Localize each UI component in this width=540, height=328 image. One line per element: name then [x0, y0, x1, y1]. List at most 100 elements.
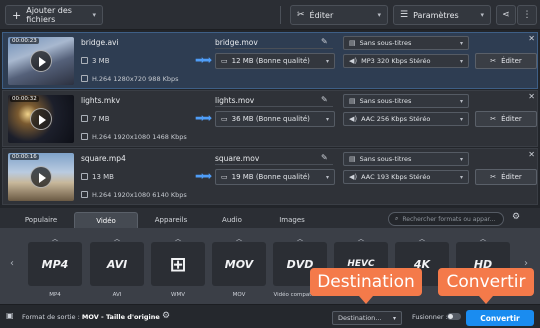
- audio-track-dropdown[interactable]: ◀) MP3 320 Kbps Stéréo ▾: [343, 54, 469, 68]
- edit-file-label: Éditer: [501, 57, 522, 65]
- subtitles-dropdown[interactable]: ▤ Sans sous-titres ▾: [343, 36, 469, 50]
- audio-track-dropdown[interactable]: ◀) AAC 193 Kbps Stéréo ▾: [343, 170, 469, 184]
- file-icon: [81, 57, 88, 64]
- format-settings-icon[interactable]: ⚙: [512, 212, 520, 222]
- output-size-value: 36 MB (Bonne qualité): [231, 115, 310, 123]
- output-format-value: MOV - Taille d'origine: [81, 313, 160, 321]
- video-icon: [81, 133, 88, 140]
- output-file-name[interactable]: square.mov: [215, 154, 259, 163]
- settings-menu-button[interactable]: ☰ Paramètres ▾: [393, 5, 491, 25]
- format-mp4[interactable]: ︿ MP4 MP4: [28, 232, 82, 302]
- duration-label: 00:00:32: [10, 96, 39, 102]
- toolbar: + Ajouter des fichiers ▾ ✂ Éditer ▾ ☰ Pa…: [0, 0, 540, 30]
- tab-audio[interactable]: Audio: [204, 212, 260, 228]
- edit-file-label: Éditer: [501, 173, 522, 181]
- output-size-value: 12 MB (Bonne qualité): [231, 57, 310, 65]
- merge-label: Fusionner :: [412, 313, 448, 321]
- tab-images[interactable]: Images: [264, 212, 320, 228]
- tab-devices[interactable]: Appareils: [142, 212, 200, 228]
- chevron-down-icon: ▾: [459, 97, 463, 105]
- destination-dropdown[interactable]: Destination... ▾: [332, 311, 402, 325]
- chevron-down-icon: ▾: [459, 39, 463, 47]
- tab-popular[interactable]: Populaire: [12, 212, 70, 228]
- format-wmv[interactable]: ︿ ⊞ WMV: [151, 232, 205, 302]
- edit-menu-button[interactable]: ✂ Éditer ▾: [290, 5, 388, 25]
- settings-list-icon: ☰: [400, 10, 409, 20]
- tools-icon: ✂: [490, 173, 497, 181]
- audio-track-dropdown[interactable]: ◀) AAC 256 Kbps Stéréo ▾: [343, 112, 469, 126]
- chevron-left-icon[interactable]: ‹: [10, 258, 14, 269]
- source-file-size: 3 MB: [81, 57, 110, 65]
- format-label: MP4: [49, 292, 61, 298]
- rename-pencil-icon[interactable]: ✎: [321, 153, 328, 162]
- gear-icon[interactable]: ⚙: [162, 311, 170, 321]
- more-button[interactable]: ⋮: [517, 5, 537, 25]
- share-button[interactable]: ⋖: [496, 5, 516, 25]
- audio-track-value: MP3 320 Kbps Stéréo: [361, 57, 431, 65]
- subtitles-dropdown[interactable]: ▤ Sans sous-titres ▾: [343, 152, 469, 166]
- subtitles-value: Sans sous-titres: [359, 155, 412, 163]
- source-file-name: lights.mkv: [81, 96, 121, 105]
- edit-file-button[interactable]: ✂ Éditer: [475, 111, 537, 127]
- convert-button[interactable]: Convertir: [466, 310, 534, 326]
- video-icon: [81, 75, 88, 82]
- source-file-name: bridge.avi: [81, 38, 119, 47]
- file-icon: ▭: [221, 57, 228, 65]
- source-file-info: H.264 1920x1080 1468 Kbps: [81, 133, 187, 141]
- edit-file-button[interactable]: ✂ Éditer: [475, 169, 537, 185]
- subtitles-dropdown[interactable]: ▤ Sans sous-titres ▾: [343, 94, 469, 108]
- merge-toggle[interactable]: [447, 313, 461, 320]
- chevron-down-icon: ▾: [325, 115, 329, 123]
- output-quality-dropdown[interactable]: ▭ 36 MB (Bonne qualité) ▾: [215, 111, 335, 127]
- format-search-input[interactable]: ⌕ Rechercher formats ou appar...: [388, 212, 504, 226]
- tab-video[interactable]: Vidéo: [74, 212, 138, 228]
- chevron-down-icon: ▾: [325, 173, 329, 181]
- video-thumbnail[interactable]: 00:00:32: [8, 95, 74, 143]
- subtitles-icon: ▤: [349, 39, 356, 47]
- convert-arrow-icon: ➡➡: [195, 169, 212, 183]
- chevron-down-icon: ▾: [92, 11, 96, 19]
- format-label: AVI: [112, 292, 122, 298]
- rename-pencil-icon[interactable]: ✎: [321, 37, 328, 46]
- play-icon[interactable]: [30, 108, 52, 130]
- output-name-underline: [215, 106, 333, 107]
- video-icon: [81, 191, 88, 198]
- remove-file-icon[interactable]: ✕: [528, 92, 535, 101]
- video-thumbnail[interactable]: 00:00:23: [8, 37, 74, 85]
- file-icon: ▭: [221, 115, 228, 123]
- search-icon: ⌕: [395, 215, 399, 222]
- format-logo: MOV: [212, 242, 266, 286]
- duration-label: 00:00:23: [10, 38, 39, 44]
- file-row[interactable]: 00:00:32 lights.mkv 7 MB H.264 1920x1080…: [2, 90, 538, 147]
- output-file-name[interactable]: bridge.mov: [215, 38, 258, 47]
- more-vertical-icon: ⋮: [522, 10, 532, 20]
- format-avi[interactable]: ︿ AVI AVI: [90, 232, 144, 302]
- video-converter-window: + Ajouter des fichiers ▾ ✂ Éditer ▾ ☰ Pa…: [0, 0, 540, 328]
- source-file-size: 13 MB: [81, 173, 114, 181]
- chevron-down-icon: ▾: [392, 314, 396, 322]
- convert-arrow-icon: ➡➡: [195, 53, 212, 67]
- output-quality-dropdown[interactable]: ▭ 12 MB (Bonne qualité) ▾: [215, 53, 335, 69]
- output-size-value: 19 MB (Bonne qualité): [231, 173, 310, 181]
- remove-file-icon[interactable]: ✕: [528, 150, 535, 159]
- edit-file-button[interactable]: ✂ Éditer: [475, 53, 537, 69]
- add-files-button[interactable]: + Ajouter des fichiers ▾: [5, 5, 103, 25]
- convert-callout: Convertir: [438, 268, 534, 304]
- remove-file-icon[interactable]: ✕: [528, 34, 535, 43]
- format-label: WMV: [171, 292, 185, 298]
- output-name-underline: [215, 48, 333, 49]
- video-thumbnail[interactable]: 00:00:16: [8, 153, 74, 201]
- output-quality-dropdown[interactable]: ▭ 19 MB (Bonne qualité) ▾: [215, 169, 335, 185]
- tools-icon: ✂: [490, 115, 497, 123]
- rename-pencil-icon[interactable]: ✎: [321, 95, 328, 104]
- file-row[interactable]: 00:00:23 bridge.avi 3 MB H.264 1280x720 …: [2, 32, 538, 89]
- format-mov[interactable]: ︿ MOV MOV: [212, 232, 266, 302]
- windows-logo-icon: ⊞: [151, 242, 205, 286]
- add-files-label: Ajouter des fichiers: [26, 6, 72, 24]
- play-icon[interactable]: [30, 50, 52, 72]
- file-row[interactable]: 00:00:16 square.mp4 13 MB H.264 1920x108…: [2, 148, 538, 205]
- tools-icon: ✂: [297, 10, 305, 20]
- play-icon[interactable]: [30, 166, 52, 188]
- output-file-name[interactable]: lights.mov: [215, 96, 254, 105]
- duration-label: 00:00:16: [10, 154, 39, 160]
